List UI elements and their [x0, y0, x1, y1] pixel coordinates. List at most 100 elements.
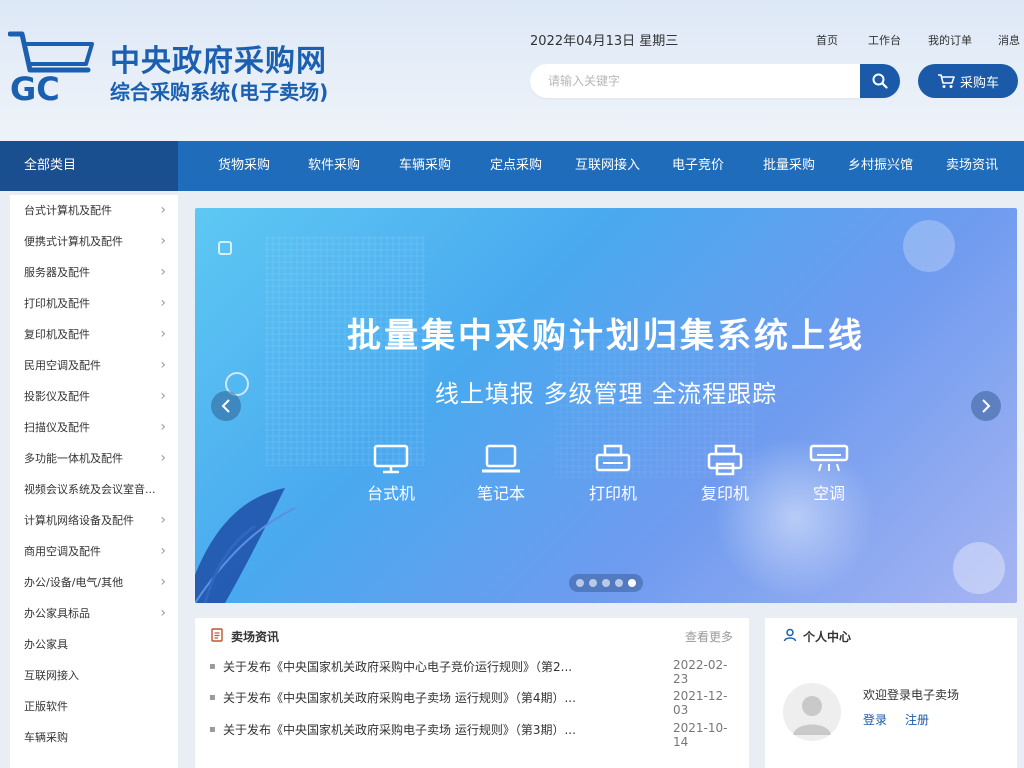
- cart-button[interactable]: 采购车: [918, 64, 1018, 98]
- carousel-dot-active[interactable]: [628, 579, 636, 587]
- category-label: 打印机及配件: [24, 297, 90, 310]
- chevron-right-icon: ›: [160, 388, 166, 404]
- banner-label-laptop: 笔记本: [476, 484, 525, 503]
- category-item[interactable]: 投影仪及配件 ›: [10, 381, 178, 412]
- cart-icon: [937, 74, 955, 88]
- top-link-messages[interactable]: 消息: [998, 32, 1020, 48]
- nav-item-bulk[interactable]: 批量采购: [763, 141, 815, 191]
- category-item[interactable]: 办公家具: [10, 629, 178, 660]
- news-more-link[interactable]: 查看更多: [685, 628, 733, 645]
- search-input[interactable]: [530, 64, 860, 98]
- category-label: 计算机网络设备及配件: [24, 514, 134, 527]
- chevron-right-icon: ›: [160, 512, 166, 528]
- category-label: 办公家具标品: [24, 607, 90, 620]
- news-item-date: 2021-10-14: [673, 721, 728, 749]
- news-item[interactable]: ▪ 关于发布《中央国家机关政府采购中心电子竞价运行规则》（第2... 2022-…: [209, 658, 735, 686]
- search-button[interactable]: [860, 64, 900, 98]
- page-header: GC 中央政府采购网 综合采购系统(电子卖场) 2022年04月13日 星期三 …: [0, 0, 1024, 141]
- news-item-date: 2022-02-23: [673, 658, 728, 686]
- chevron-right-icon: ›: [160, 233, 166, 249]
- register-link[interactable]: 注册: [905, 711, 929, 728]
- bullet-icon: ▪: [209, 724, 216, 735]
- user-icon: [783, 628, 797, 642]
- category-item[interactable]: 多功能一体机及配件 ›: [10, 443, 178, 474]
- news-item[interactable]: ▪ 关于发布《中央国家机关政府采购电子卖场 运行规则》（第4期）... 2021…: [209, 689, 735, 717]
- nav-item-goods[interactable]: 货物采购: [218, 141, 270, 191]
- carousel-dot[interactable]: [615, 579, 623, 587]
- carousel-dot[interactable]: [602, 579, 610, 587]
- site-logo[interactable]: GC: [7, 28, 100, 108]
- document-icon: [211, 628, 223, 642]
- category-item[interactable]: 视频会议系统及会议室音...: [10, 474, 178, 505]
- news-item-title: 关于发布《中央国家机关政府采购中心电子竞价运行规则》（第2...: [223, 660, 573, 674]
- nav-item-bidding[interactable]: 电子竞价: [672, 141, 724, 191]
- category-item[interactable]: 复印机及配件 ›: [10, 319, 178, 350]
- category-label: 扫描仪及配件: [24, 421, 90, 434]
- default-avatar-icon: [793, 696, 831, 735]
- banner-prev-button[interactable]: [211, 391, 241, 421]
- nav-items: 货物采购 软件采购 车辆采购 定点采购 互联网接入 电子竞价 批量采购 乡村振兴…: [178, 141, 1024, 191]
- category-item[interactable]: 商用空调及配件 ›: [10, 536, 178, 567]
- category-label: 民用空调及配件: [24, 359, 101, 372]
- nav-item-news[interactable]: 卖场资讯: [946, 141, 998, 191]
- chevron-right-icon: ›: [160, 419, 166, 435]
- main-nav: 全部类目 货物采购 软件采购 车辆采购 定点采购 互联网接入 电子竞价 批量采购…: [0, 141, 1024, 191]
- chevron-right-icon: ›: [160, 543, 166, 559]
- chevron-right-icon: ›: [160, 574, 166, 590]
- carousel-dot[interactable]: [576, 579, 584, 587]
- nav-item-rural[interactable]: 乡村振兴馆: [848, 141, 913, 191]
- news-item[interactable]: ▪ 关于发布《中央国家机关政府采购电子卖场 运行规则》（第3期）... 2021…: [209, 721, 735, 749]
- category-item[interactable]: 扫描仪及配件 ›: [10, 412, 178, 443]
- category-item[interactable]: 正版软件: [10, 691, 178, 722]
- welcome-text: 欢迎登录电子卖场: [863, 688, 960, 702]
- desktop-icon: [373, 444, 409, 474]
- category-item[interactable]: 车辆采购: [10, 722, 178, 753]
- cart-label: 采购车: [959, 75, 999, 91]
- top-link-workbench[interactable]: 工作台: [868, 32, 901, 48]
- category-label: 便携式计算机及配件: [24, 235, 123, 248]
- nav-all-categories[interactable]: 全部类目: [0, 141, 178, 191]
- category-item[interactable]: 打印机及配件 ›: [10, 288, 178, 319]
- banner-label-copier: 复印机: [700, 484, 749, 503]
- category-label: 商用空调及配件: [24, 545, 101, 558]
- chevron-right-icon: ›: [160, 605, 166, 621]
- nav-item-vehicles[interactable]: 车辆采购: [399, 141, 451, 191]
- carousel-dot[interactable]: [589, 579, 597, 587]
- air-conditioner-icon: [809, 444, 849, 472]
- category-item[interactable]: 民用空调及配件 ›: [10, 350, 178, 381]
- carousel-indicators: [569, 574, 643, 592]
- nav-item-designated[interactable]: 定点采购: [490, 141, 542, 191]
- chevron-right-icon: ›: [160, 202, 166, 218]
- category-item[interactable]: 计算机网络设备及配件 ›: [10, 505, 178, 536]
- top-link-my-orders[interactable]: 我的订单: [928, 32, 972, 48]
- category-item[interactable]: 便携式计算机及配件 ›: [10, 226, 178, 257]
- bullet-icon: ▪: [209, 692, 216, 703]
- category-item[interactable]: 互联网接入: [10, 660, 178, 691]
- search-box: [530, 64, 900, 98]
- site-title: 中央政府采购网: [110, 44, 327, 79]
- banner-label-desktop: 台式机: [366, 484, 415, 503]
- login-link[interactable]: 登录: [863, 711, 887, 728]
- nav-item-internet[interactable]: 互联网接入: [575, 141, 640, 191]
- category-item[interactable]: 办公家具标品 ›: [10, 598, 178, 629]
- category-item[interactable]: 办公/设备/电气/其他 ›: [10, 567, 178, 598]
- news-panel-title: 卖场资讯: [231, 630, 280, 644]
- category-item[interactable]: 服务器及配件 ›: [10, 257, 178, 288]
- chevron-right-icon: ›: [160, 264, 166, 280]
- banner-next-button[interactable]: [971, 391, 1001, 421]
- banner-title: 批量集中采购计划归集系统上线: [347, 316, 865, 356]
- category-item[interactable]: 台式计算机及配件 ›: [10, 195, 178, 226]
- category-label: 互联网接入: [24, 669, 79, 682]
- user-center-title: 个人中心: [803, 630, 852, 644]
- promo-banner[interactable]: 台式机 笔记本 打印机 复印机 空调 批量集中采购计划归集系统上线 线上填报 多…: [195, 208, 1017, 603]
- category-sidebar: 台式计算机及配件 › 便携式计算机及配件 › 服务器及配件 › 打印机及配件 › 复印机…: [10, 195, 178, 768]
- category-label: 视频会议系统及会议室音...: [24, 483, 156, 496]
- laptop-icon: [482, 444, 520, 473]
- banner-label-printer: 打印机: [588, 484, 637, 503]
- nav-item-software[interactable]: 软件采购: [308, 141, 360, 191]
- category-label: 投影仪及配件: [24, 390, 90, 403]
- chevron-left-icon: [221, 399, 230, 413]
- category-label: 正版软件: [24, 700, 68, 713]
- top-link-home[interactable]: 首页: [816, 32, 838, 48]
- category-label: 多功能一体机及配件: [24, 452, 123, 465]
